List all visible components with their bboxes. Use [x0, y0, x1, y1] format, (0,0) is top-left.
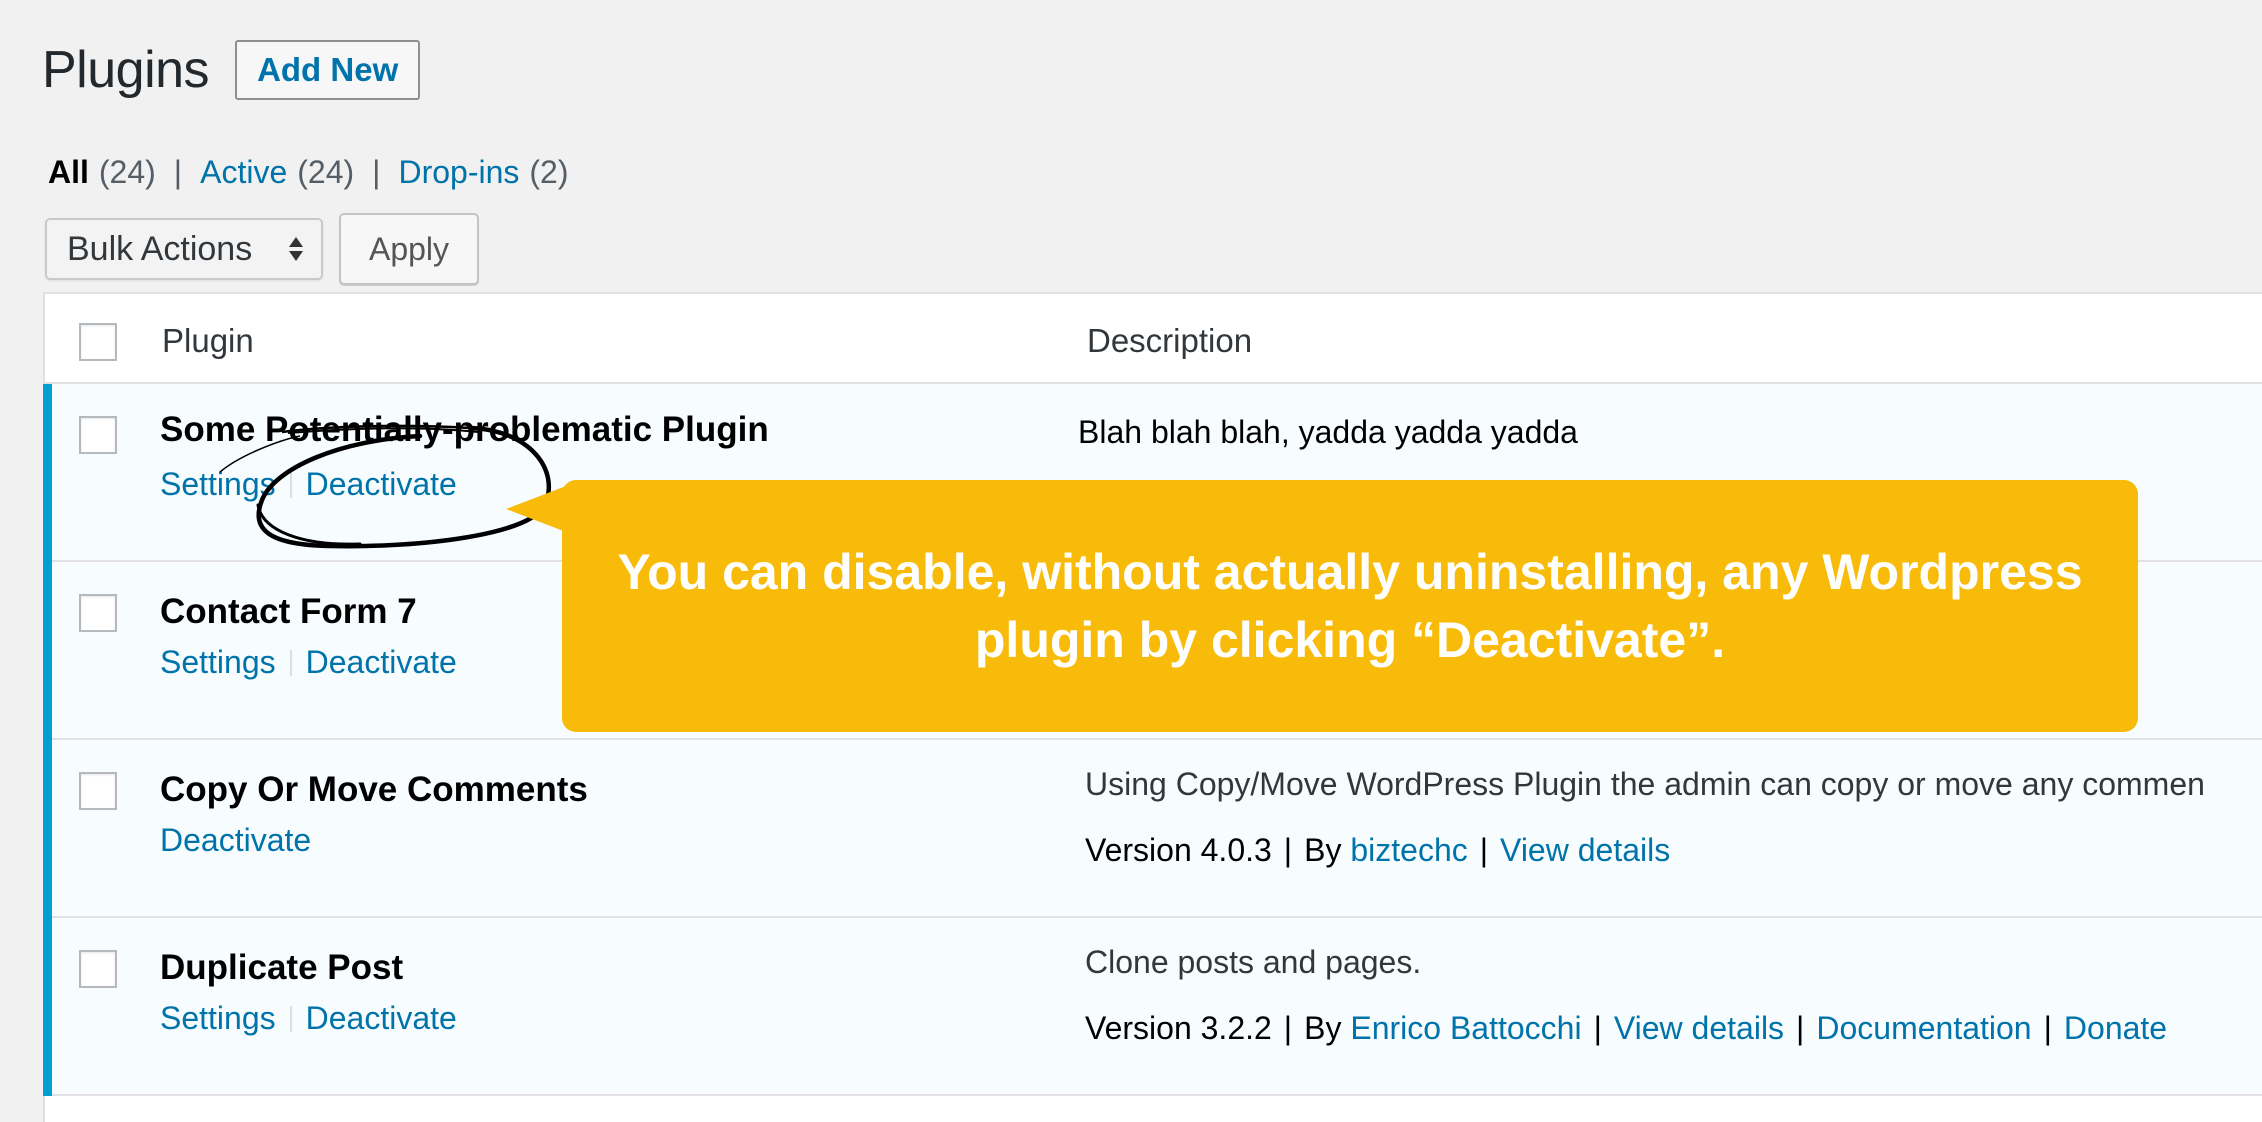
deactivate-link[interactable]: Deactivate — [160, 822, 311, 859]
plugin-description: Using Copy/Move WordPress Plugin the adm… — [1085, 766, 2205, 802]
select-all-checkbox[interactable] — [79, 323, 117, 361]
plugin-version: Version 3.2.2 — [1085, 1010, 1272, 1046]
active-indicator — [43, 740, 52, 918]
active-indicator — [43, 562, 52, 740]
filter-separator: | — [372, 154, 381, 190]
plugin-meta: Version 4.0.3 | By biztechc | View details — [1085, 832, 1671, 868]
row-checkbox[interactable] — [79, 950, 117, 988]
view-details-link[interactable]: View details — [1614, 1010, 1784, 1046]
deactivate-link[interactable]: Deactivate — [306, 466, 457, 503]
page-title: Plugins — [42, 41, 210, 99]
active-indicator — [43, 384, 52, 562]
callout-line-2: plugin by clicking “Deactivate”. — [974, 612, 1726, 668]
table-row: Duplicate Post Settings Deactivate Clone… — [43, 918, 2262, 1096]
row-checkbox[interactable] — [79, 416, 117, 454]
filter-active-count: (24) — [297, 154, 355, 190]
page-header: Plugins Add New — [42, 40, 421, 100]
select-arrows-icon — [289, 237, 303, 261]
plugin-name: Some Potentially-problematic Plugin — [160, 410, 769, 449]
deactivate-link[interactable]: Deactivate — [306, 644, 457, 681]
column-header-description: Description — [1087, 322, 1253, 359]
table-row: Copy Or Move Comments Deactivate Using C… — [43, 740, 2262, 918]
row-actions: Settings Deactivate — [160, 1000, 457, 1037]
documentation-link[interactable]: Documentation — [1816, 1010, 2031, 1046]
plugin-status-filters: All (24) | Active (24) | Drop-ins (2) — [48, 154, 569, 191]
tablenav-top: Bulk Actions Apply — [45, 213, 479, 285]
filter-dropins-count: (2) — [529, 154, 569, 190]
author-link[interactable]: biztechc — [1350, 832, 1467, 868]
plugin-meta: Version 3.2.2 | By Enrico Battocchi | View d… — [1085, 1010, 2168, 1046]
action-divider — [289, 649, 292, 676]
row-actions: Settings Deactivate — [160, 644, 457, 681]
callout-pointer — [506, 486, 566, 532]
row-checkbox[interactable] — [79, 772, 117, 810]
filter-all-link[interactable]: All — [48, 154, 89, 191]
row-actions: Settings Deactivate — [160, 466, 457, 503]
settings-link[interactable]: Settings — [160, 466, 276, 503]
filter-separator: | — [173, 154, 183, 190]
plugin-name: Duplicate Post — [160, 948, 404, 987]
active-indicator — [43, 918, 52, 1096]
filter-all-count: (24) — [98, 154, 156, 190]
plugin-version: Version 4.0.3 — [1085, 832, 1272, 868]
callout-line-1: You can disable, without actually uninst… — [617, 544, 2083, 600]
add-new-button[interactable]: Add New — [235, 40, 421, 100]
bulk-actions-value: Bulk Actions — [67, 229, 253, 268]
by-label: By — [1304, 832, 1342, 868]
bulk-actions-select[interactable]: Bulk Actions — [45, 218, 323, 280]
settings-link[interactable]: Settings — [160, 644, 276, 681]
plugin-description: Clone posts and pages. — [1085, 944, 1422, 980]
deactivate-link[interactable]: Deactivate — [306, 1000, 457, 1037]
apply-button[interactable]: Apply — [339, 213, 479, 285]
settings-link[interactable]: Settings — [160, 1000, 276, 1037]
view-details-link[interactable]: View details — [1500, 832, 1670, 868]
action-divider — [289, 471, 292, 498]
by-label: By — [1304, 1010, 1342, 1046]
row-actions: Deactivate — [160, 822, 311, 859]
table-header: Plugin Description — [45, 294, 2262, 384]
tip-callout: You can disable, without actually uninst… — [562, 480, 2138, 732]
column-header-plugin: Plugin — [162, 322, 254, 359]
plugin-name: Contact Form 7 — [160, 592, 417, 631]
action-divider — [289, 1005, 292, 1032]
plugin-description: Blah blah blah, yadda yadda yadda — [1078, 414, 1578, 450]
filter-dropins-link[interactable]: Drop-ins — [398, 154, 519, 191]
donate-link[interactable]: Donate — [2064, 1010, 2167, 1046]
author-link[interactable]: Enrico Battocchi — [1350, 1010, 1581, 1046]
plugin-name: Copy Or Move Comments — [160, 770, 588, 809]
filter-active-link[interactable]: Active — [200, 154, 287, 191]
row-checkbox[interactable] — [79, 594, 117, 632]
